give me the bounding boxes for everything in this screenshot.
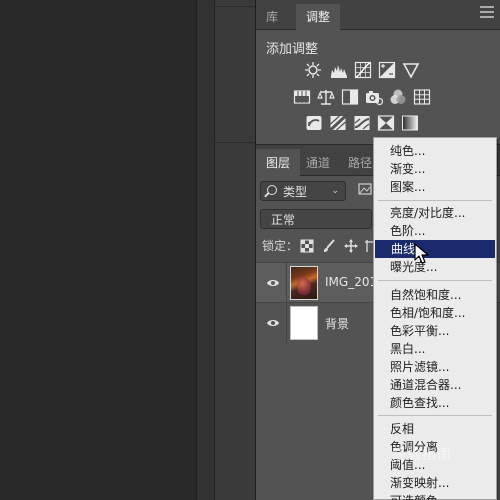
panel-menu-icon[interactable] (480, 6, 494, 18)
vibrance-icon[interactable] (402, 61, 420, 79)
adjustments-tabbar: 库 调整 (256, 0, 500, 30)
menu-item-photo-filter[interactable]: 照片滤镜... (374, 358, 496, 376)
filter-type-label: 类型 (283, 185, 308, 199)
menu-item-color-balance[interactable]: 色彩平衡... (374, 322, 496, 340)
menu-item-gradient-map[interactable]: 渐变映射... (374, 474, 496, 492)
blend-mode-select[interactable]: 正常 (260, 209, 372, 229)
chevron-down-icon: ⌄ (331, 186, 339, 196)
black-white-icon[interactable] (341, 88, 359, 106)
levels-icon[interactable] (330, 61, 348, 79)
eye-icon[interactable] (266, 316, 280, 330)
menu-item-brightness-contrast[interactable]: 亮度/对比度... (374, 204, 496, 222)
tab-channels[interactable]: 通道 (296, 149, 340, 177)
menu-item-vibrance[interactable]: 自然饱和度... (374, 286, 496, 304)
lock-image-pixels-icon[interactable] (322, 239, 336, 253)
menu-item-levels[interactable]: 色阶... (374, 222, 496, 240)
eye-icon[interactable] (266, 276, 280, 290)
lock-transparent-pixels-icon[interactable] (300, 239, 314, 253)
menu-separator (378, 280, 492, 281)
menu-item-gradient[interactable]: 渐变... (374, 160, 496, 178)
brightness-icon[interactable] (304, 61, 322, 79)
threshold-icon[interactable] (353, 114, 371, 132)
add-adjustment-heading: 添加调整 (266, 42, 319, 57)
gradient-map-icon[interactable] (401, 114, 419, 132)
collapsed-panel-strip (214, 0, 256, 500)
layer-thumbnail[interactable] (290, 306, 318, 340)
posterize-icon[interactable] (329, 114, 347, 132)
menu-separator (378, 200, 492, 201)
menu-item-selective-color[interactable]: 可选颜色... (374, 492, 496, 500)
menu-item-hue-saturation[interactable]: 色相/饱和度... (374, 304, 496, 322)
layer-thumbnail[interactable] (290, 266, 318, 300)
tab-adjustments[interactable]: 调整 (296, 4, 341, 30)
tab-layers[interactable]: 图层 (256, 149, 301, 177)
curves-icon[interactable] (354, 61, 372, 79)
canvas-area[interactable] (0, 0, 196, 500)
menu-item-invert[interactable]: 反相 (374, 420, 496, 438)
menu-item-exposure[interactable]: 曝光度... (374, 258, 496, 276)
menu-item-black-white[interactable]: 黑白... (374, 340, 496, 358)
mouse-pointer-icon (414, 243, 430, 265)
blend-mode-value: 正常 (271, 213, 296, 227)
layer-row-divider (286, 303, 287, 343)
layer-name[interactable]: IMG_201 (325, 275, 377, 289)
layer-row-divider (286, 263, 287, 303)
layer-filter-select[interactable]: 类型 ⌄ (260, 181, 346, 201)
menu-item-color-lookup[interactable]: 颜色查找... (374, 394, 496, 412)
hue-saturation-icon[interactable] (293, 88, 311, 106)
menu-item-curves[interactable]: 曲线... (375, 240, 495, 258)
invert-icon[interactable] (305, 114, 323, 132)
photo-filter-icon[interactable] (365, 88, 383, 106)
selective-color-icon[interactable] (377, 114, 395, 132)
lock-position-icon[interactable] (344, 239, 358, 253)
lock-label: 锁定： (262, 239, 299, 253)
menu-item-solid-color[interactable]: 纯色... (374, 142, 496, 160)
search-icon (267, 185, 277, 195)
channel-mixer-icon[interactable] (389, 88, 407, 106)
tab-library[interactable]: 库 (256, 4, 288, 30)
image-filter-icon[interactable] (358, 182, 372, 196)
color-balance-icon[interactable] (317, 88, 335, 106)
layer-name[interactable]: 背景 (325, 315, 349, 332)
menu-item-pattern[interactable]: 图案... (374, 178, 496, 196)
menu-item-channel-mixer[interactable]: 通道混合器... (374, 376, 496, 394)
watermark: 经验指南 (392, 447, 452, 463)
menu-separator (378, 415, 492, 416)
panel-dock-strip (196, 0, 214, 500)
exposure-icon[interactable] (378, 61, 396, 79)
color-lookup-icon[interactable] (413, 88, 431, 106)
